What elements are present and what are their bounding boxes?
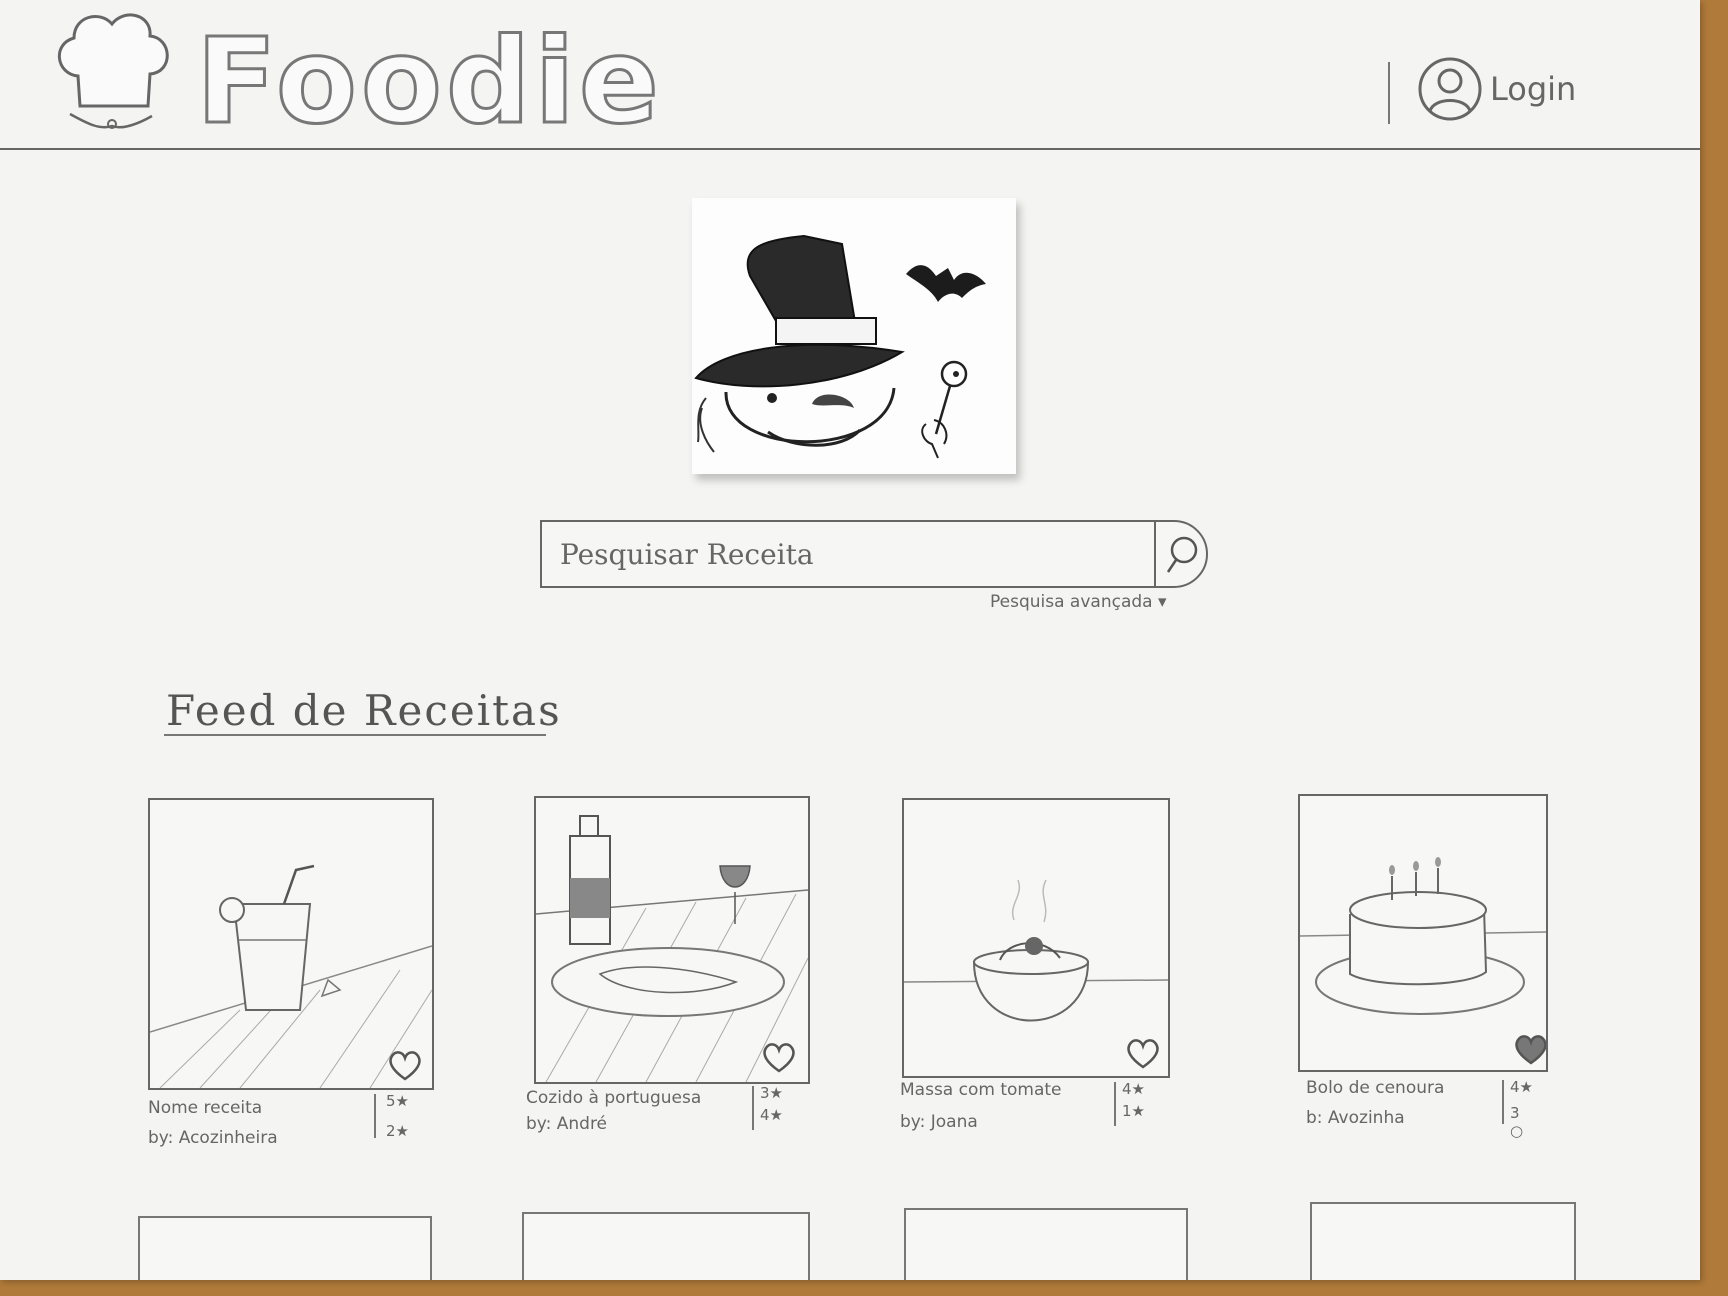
stats-divider (1502, 1080, 1504, 1124)
recipe-name[interactable]: Massa com tomate (900, 1080, 1062, 1100)
recipe-image[interactable] (148, 798, 434, 1090)
recipe-author[interactable]: by: Joana (900, 1112, 978, 1132)
recipe-author[interactable]: by: Acozinheira (148, 1128, 278, 1148)
heart-filled-icon[interactable] (1512, 1032, 1548, 1066)
drink-glass-icon (150, 864, 432, 1088)
advanced-search-link[interactable]: Pesquisa avançada ▾ (990, 592, 1167, 612)
recipe-reviews: 2★ (386, 1122, 409, 1140)
recipe-image[interactable] (1298, 794, 1548, 1072)
recipe-author[interactable]: b: Avozinha (1306, 1108, 1405, 1128)
birthday-cake-icon (1300, 857, 1546, 1015)
feed-title: Feed de Receitas (166, 686, 562, 735)
pasta-bowl-icon (904, 879, 1168, 1022)
recipe-rating: 4★ (1122, 1080, 1145, 1098)
login-button[interactable]: Login (1416, 54, 1576, 124)
recipe-rating: 3★ (760, 1084, 783, 1102)
hero-illustration (692, 198, 1016, 474)
recipe-name[interactable]: Cozido à portuguesa (526, 1088, 701, 1108)
brand-title[interactable]: Foodie (195, 11, 663, 152)
recipe-name[interactable]: Nome receita (148, 1098, 262, 1118)
recipe-rating: 4★ (1510, 1078, 1533, 1096)
stats-divider (374, 1094, 376, 1138)
recipe-reviews: 3 ○ (1510, 1104, 1524, 1140)
recipe-rating: 5★ (386, 1092, 409, 1110)
search-button[interactable] (1154, 522, 1208, 586)
login-label: Login (1490, 70, 1577, 108)
recipe-image[interactable] (902, 798, 1170, 1078)
witch-character-icon (694, 234, 986, 459)
chef-hat-icon[interactable] (48, 6, 178, 138)
heart-icon[interactable] (386, 1048, 424, 1082)
recipe-reviews: 4★ (760, 1106, 783, 1124)
recipe-name[interactable]: Bolo de cenoura (1306, 1078, 1444, 1098)
search-input[interactable] (558, 530, 1122, 578)
recipe-author[interactable]: by: André (526, 1114, 607, 1134)
recipe-card-partial[interactable] (138, 1216, 432, 1280)
user-circle-icon (1418, 57, 1482, 121)
stats-divider (752, 1086, 754, 1130)
stats-divider (1114, 1082, 1116, 1126)
header-divider (1388, 62, 1390, 124)
heart-icon[interactable] (760, 1040, 798, 1074)
recipe-image[interactable] (534, 796, 810, 1084)
feed-title-underline (164, 734, 546, 736)
search-icon (1166, 536, 1198, 573)
heart-icon[interactable] (1124, 1036, 1162, 1070)
search-bar (540, 520, 1208, 588)
recipe-card-partial[interactable] (522, 1212, 810, 1280)
recipe-card-partial[interactable] (1310, 1202, 1576, 1280)
page: Foodie Login Pesquisar Receita Pesquisa … (0, 0, 1700, 1280)
recipe-card-partial[interactable] (904, 1208, 1188, 1280)
recipe-reviews: 1★ (1122, 1102, 1145, 1120)
top-bar: Foodie Login (0, 0, 1700, 152)
